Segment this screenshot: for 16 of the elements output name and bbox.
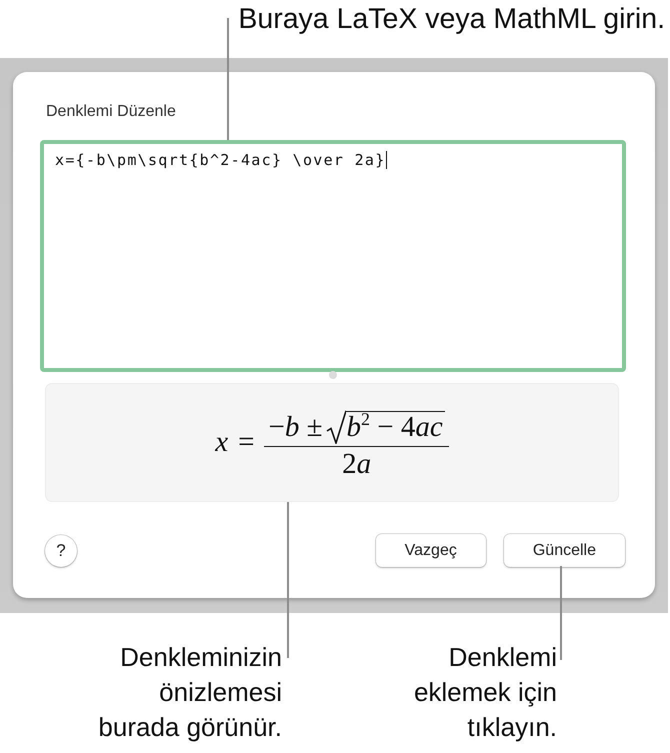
callout-text: Buraya LaTeX veya MathML girin.	[238, 3, 665, 35]
formula-numerator-term: −b ±	[268, 410, 323, 444]
formula-variable: x	[215, 426, 228, 459]
callout-text: Denkleminizin önizlemesi burada görünür.	[98, 641, 282, 744]
formula-radicand: b$^{2}$ − 4ac	[346, 410, 445, 444]
field-label: Denklemi Düzenle	[46, 102, 176, 122]
text-cursor-icon	[386, 151, 387, 169]
radical-sign-icon	[326, 410, 346, 444]
formula-denominator: 2a	[342, 447, 372, 482]
latex-input-field[interactable]: x={-b\pm\sqrt{b^2-4ac} \over 2a}	[40, 140, 626, 372]
dialog-button[interactable]: Vazgeç	[376, 534, 486, 567]
resize-handle[interactable]	[329, 371, 337, 379]
callout-text: Denklemi eklemek için tıklayın.	[414, 641, 557, 744]
help-button[interactable]: ?	[45, 534, 77, 566]
formula-equals-sign: =	[238, 426, 254, 459]
dialog-button[interactable]: Güncelle	[504, 534, 625, 567]
